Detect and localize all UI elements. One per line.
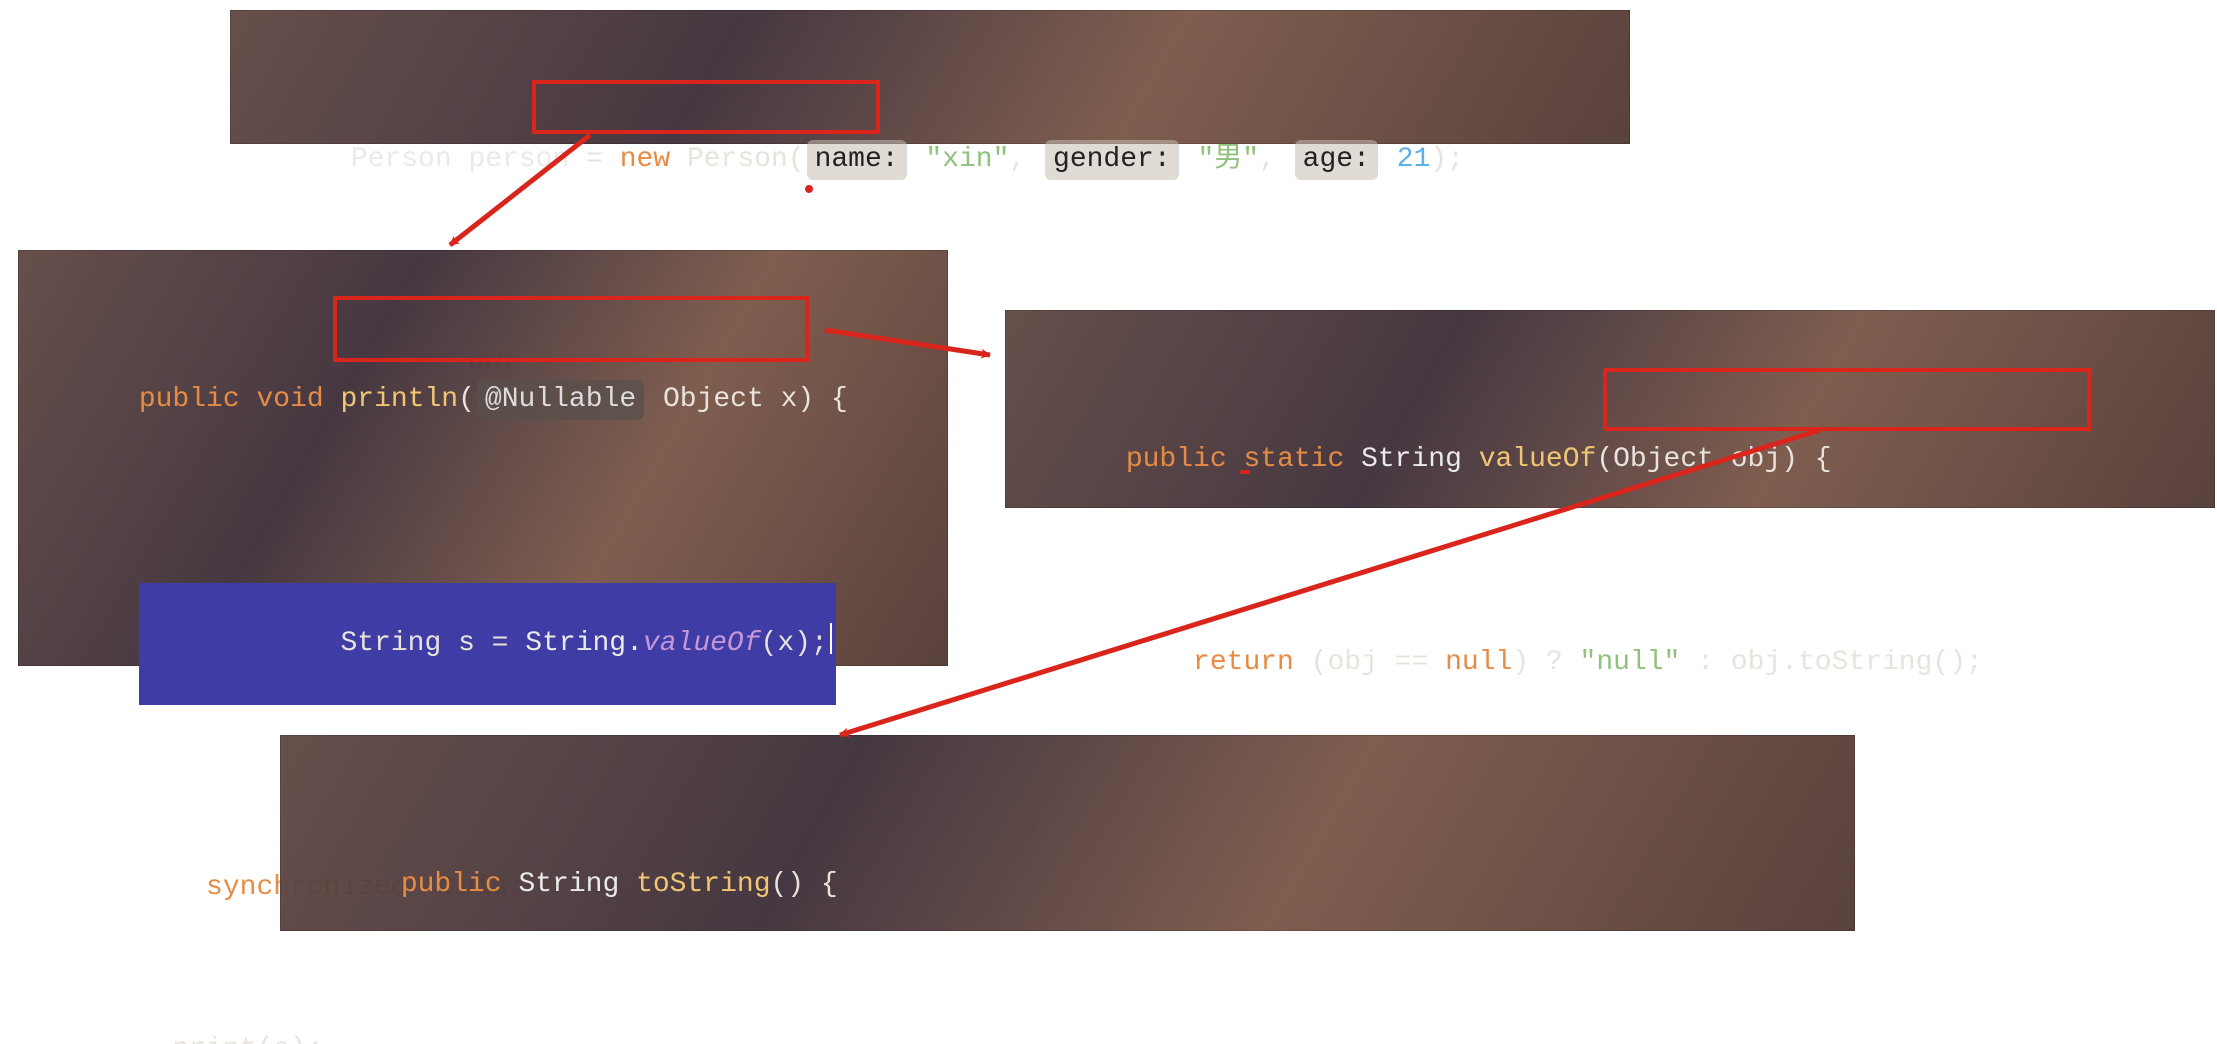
param-hint: gender: (1045, 140, 1179, 181)
class-name: String. (525, 628, 643, 659)
param-hint: name: (807, 140, 907, 181)
code-line: public void println(@Nullable Object x) … (38, 339, 928, 461)
string-literal: "null" (1580, 647, 1681, 678)
keyword-public: public (139, 384, 240, 415)
method-valueof: valueOf (643, 628, 761, 659)
keyword-new: new (620, 144, 670, 175)
code-text: ( (458, 384, 475, 415)
code-text: , (1259, 144, 1293, 175)
keyword-return: return (1126, 647, 1294, 678)
annotation-dot (1240, 470, 1250, 474)
keyword-void: void (240, 384, 341, 415)
keyword-public: public (401, 869, 502, 900)
code-text: (x); (761, 628, 828, 659)
code-text: Object x) { (646, 384, 848, 415)
code-text: ); (1430, 144, 1464, 175)
code-line: return getClass().getName() + "@" + Inte… (300, 1027, 1835, 1044)
type-name: Person (351, 144, 452, 175)
code-text: (Object obj) { (1596, 444, 1831, 475)
code-line: public String toString() { (300, 824, 1835, 946)
string-literal: "xin" (925, 144, 1009, 175)
annotation-dot (805, 185, 813, 193)
code-block-valueof: public static String valueOf(Object obj)… (1005, 310, 2215, 508)
diagram-stage: Person person = new Person(name: "xin", … (0, 0, 2217, 1044)
code-text: = (569, 144, 619, 175)
method-name: valueOf (1479, 444, 1597, 475)
code-text: ) ? (1512, 647, 1579, 678)
code-line: public static String valueOf(Object obj)… (1025, 399, 2195, 521)
code-text: () { (771, 869, 838, 900)
param-hint: age: (1295, 140, 1378, 181)
code-line: Person person = new Person(name: "xin", … (250, 99, 1610, 221)
code-text: (obj == (1294, 647, 1445, 678)
string-literal: "男" (1197, 144, 1259, 175)
return-type: String (1361, 444, 1479, 475)
code-text: Person( (670, 144, 804, 175)
code-block-tostring: public String toString() { return getCla… (280, 735, 1855, 931)
method-name: println (340, 384, 458, 415)
code-text: : obj.toString(); (1680, 647, 1982, 678)
return-type: String (502, 869, 636, 900)
code-block-println: public void println(@Nullable Object x) … (18, 250, 948, 666)
code-line: return (obj == null) ? "null" : obj.toSt… (1025, 602, 2195, 724)
code-text: String s = (273, 628, 525, 659)
number-literal: 21 (1397, 144, 1431, 175)
code-block-main: Person person = new Person(name: "xin", … (230, 10, 1630, 144)
code-text: , (1009, 144, 1043, 175)
method-name: toString (636, 869, 770, 900)
text-cursor (830, 623, 832, 654)
keyword-public: public (1126, 444, 1227, 475)
keyword-null: null (1445, 647, 1512, 678)
annotation-hint: @Nullable (477, 380, 644, 421)
code-line-selected: String s = String.valueOf(x); (38, 542, 928, 746)
var-name: person (468, 144, 569, 175)
